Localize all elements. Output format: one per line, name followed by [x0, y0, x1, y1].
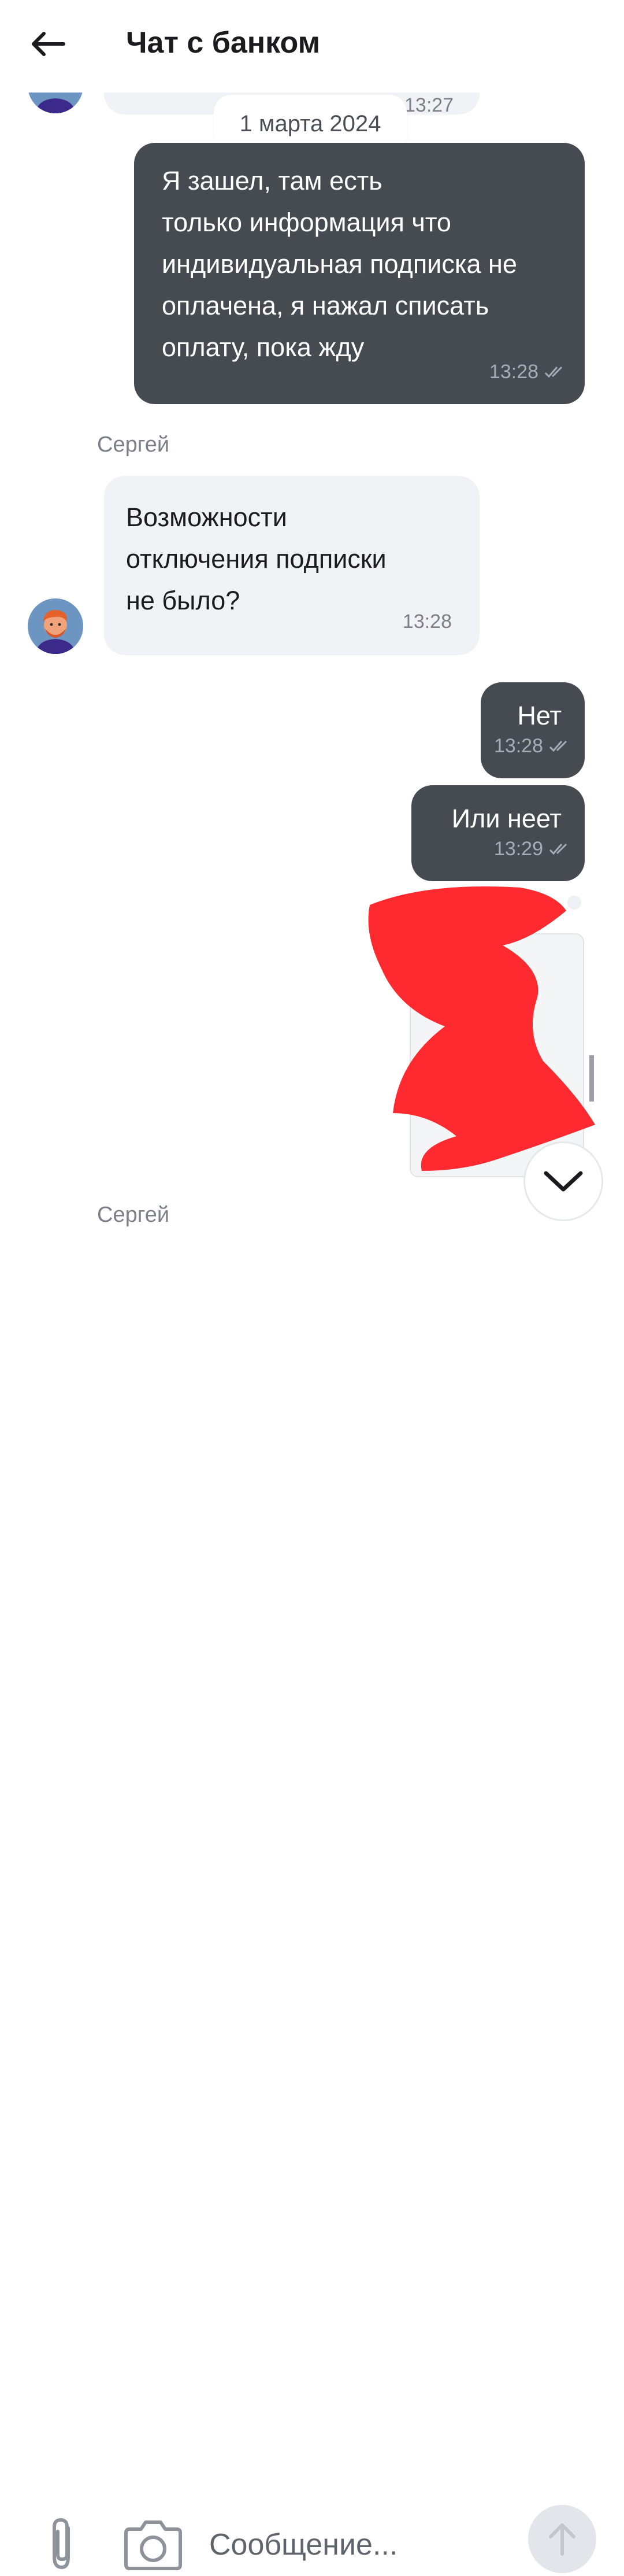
camera-icon — [124, 2520, 182, 2570]
redacted-image-message[interactable] — [358, 870, 607, 1182]
message-meta: 13:29 — [494, 828, 572, 870]
message-line: отключения подписки — [126, 544, 387, 574]
message-time: 13:28 — [489, 361, 538, 383]
sender-name: Сергей — [97, 1203, 170, 1227]
outgoing-message[interactable]: Нет 13:28 — [481, 682, 585, 778]
message-meta: 13:28 — [489, 351, 567, 393]
page-title: Чат с банком — [126, 26, 321, 60]
arrow-up-icon — [549, 2523, 575, 2556]
composer — [0, 1249, 624, 2573]
message-line: Возможности — [126, 502, 287, 532]
outgoing-message[interactable]: Я зашел, там есть только информация что … — [134, 143, 585, 404]
send-button[interactable] — [528, 2505, 596, 2573]
message-time: 13:28 — [402, 611, 452, 633]
message-time: 13:28 — [493, 735, 543, 757]
message-input[interactable] — [208, 2521, 511, 2568]
message-line: только информация что — [162, 208, 451, 237]
paperclip-icon — [53, 2518, 70, 2570]
header: Чат с банком — [0, 0, 624, 93]
double-check-icon — [544, 366, 563, 378]
chat-area: 13:27 1 марта 2024 Я зашел, там есть тол… — [0, 0, 624, 1249]
back-arrow-icon — [32, 32, 65, 56]
back-button[interactable] — [28, 23, 69, 65]
scroll-to-bottom-button[interactable] — [523, 1141, 603, 1221]
message-line: индивидуальная подписка не — [162, 249, 517, 279]
avatar — [28, 598, 83, 654]
message-time: 13:29 — [493, 838, 543, 860]
message-meta: 13:28 — [494, 725, 572, 767]
incoming-message[interactable]: Возможности отключения подписки не было?… — [104, 476, 480, 655]
outgoing-message[interactable]: Или неет 13:29 — [411, 785, 585, 881]
double-check-icon — [549, 740, 567, 752]
message-line: оплачена, я нажал списать — [162, 291, 489, 320]
chevron-down-icon — [544, 1171, 583, 1192]
camera-button[interactable] — [121, 2519, 185, 2571]
message-line: Я зашел, там есть — [162, 166, 382, 195]
sender-name: Сергей — [97, 433, 170, 457]
attach-button[interactable] — [42, 2515, 82, 2573]
double-check-icon — [549, 843, 567, 855]
